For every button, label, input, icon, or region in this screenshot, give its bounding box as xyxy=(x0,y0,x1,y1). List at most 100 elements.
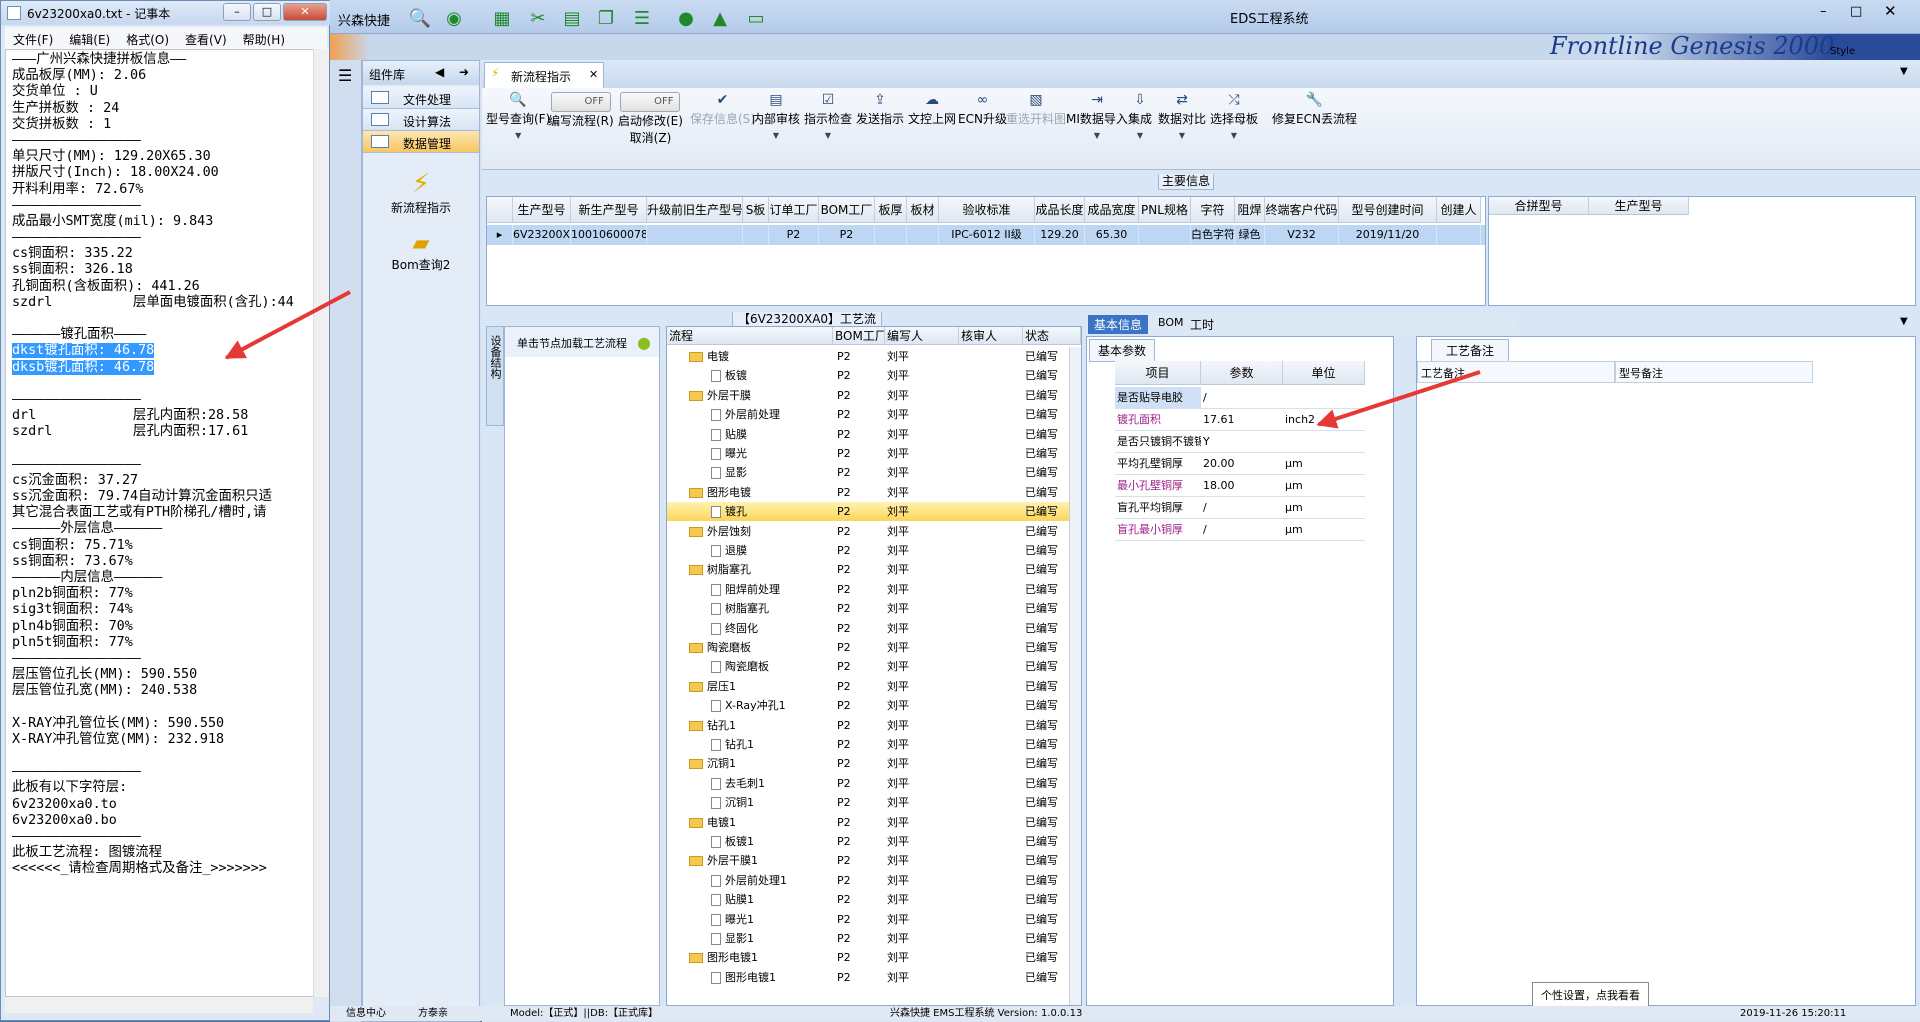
menu-item[interactable]: 查看(V) xyxy=(185,33,227,47)
column-header[interactable]: 板材 xyxy=(907,197,939,223)
flow-tree-node[interactable]: 层压1 P2 刘平 已编写 xyxy=(667,677,1081,696)
table-cell[interactable] xyxy=(743,225,769,245)
chevron-down-icon[interactable]: ▼ xyxy=(773,131,779,140)
toolbar-button-13[interactable]: ⤮ 选择母板 ▼ xyxy=(1210,92,1258,141)
column-header[interactable]: BOM工厂 xyxy=(833,327,885,345)
table-cell[interactable]: V232 xyxy=(1265,225,1339,245)
vertical-scrollbar[interactable] xyxy=(1069,347,1081,1005)
toolbar-button-8[interactable]: ∞ ECN升级 xyxy=(958,92,1007,127)
flow-tree-node[interactable]: 钻孔1 P2 刘平 已编写 xyxy=(667,735,1081,754)
toolbar-button-4[interactable]: ▤ 内部审核 ▼ xyxy=(752,92,800,141)
table-cell[interactable]: 白色字符 xyxy=(1191,225,1235,245)
chart-icon[interactable]: ▲ xyxy=(708,8,732,30)
flow-tree-node[interactable]: 图形电镀1 P2 刘平 已编写 xyxy=(667,968,1081,987)
flow-tree-node[interactable]: 外层蚀刻 P2 刘平 已编写 xyxy=(667,522,1081,541)
toolbar-button-9[interactable]: ▧ 重选开料图 xyxy=(1006,92,1066,127)
toolbar-button-5[interactable]: ☑ 指示检查 ▼ xyxy=(804,92,852,141)
flow-tree-node[interactable]: X-Ray冲孔1 P2 刘平 已编写 xyxy=(667,696,1081,715)
flow-tree-node[interactable]: 沉铜1 P2 刘平 已编写 xyxy=(667,754,1081,773)
table-cell[interactable] xyxy=(1139,225,1191,245)
new-flow-instruction-item[interactable]: ⚡ 新流程指示 xyxy=(363,169,479,216)
flow-tree-node[interactable]: 钻孔1 P2 刘平 已编写 xyxy=(667,716,1081,735)
bom-query-item[interactable]: ▰ Bom查询2 xyxy=(363,231,479,273)
column-header[interactable]: 参数 xyxy=(1201,361,1283,385)
flow-tree-node[interactable]: 去毛刺1 P2 刘平 已编写 xyxy=(667,774,1081,793)
chevron-down-icon[interactable]: ▼ xyxy=(1179,131,1185,140)
chevron-down-icon[interactable]: ▼ xyxy=(825,131,831,140)
flow-tree-node[interactable]: 阻焊前处理 P2 刘平 已编写 xyxy=(667,580,1081,599)
flow-tree-node[interactable]: 贴膜 P2 刘平 已编写 xyxy=(667,425,1081,444)
column-header[interactable]: 型号创建时间 xyxy=(1339,197,1437,223)
column-header[interactable]: 编写人 xyxy=(885,327,959,345)
toggle-switch[interactable]: OFF xyxy=(620,92,681,112)
chevron-down-icon[interactable]: ▼ xyxy=(1900,66,1908,77)
notepad-text-area[interactable]: ———广州兴森快捷拼板信息—— 成品板厚(MM): 2.06 交货单位 : U 生产拼… xyxy=(5,49,315,997)
chevron-down-icon[interactable]: ▼ xyxy=(515,131,521,140)
column-header[interactable]: 字符 xyxy=(1191,197,1235,223)
minimize-icon[interactable]: – xyxy=(1820,4,1827,19)
toolbar-button-14[interactable]: 🔧 修复ECN丢流程 xyxy=(1272,92,1357,127)
chevron-down-icon[interactable]: ▼ xyxy=(1094,131,1100,140)
side-tab-equipment[interactable]: 设备结构 xyxy=(486,326,504,426)
toolbar-button-0[interactable]: 🔍 型号查询(F) ▼ xyxy=(486,92,550,141)
flow-tree-node[interactable]: 显影 P2 刘平 已编写 xyxy=(667,463,1081,482)
menu-icon[interactable]: ☰ xyxy=(338,66,352,85)
column-header[interactable]: 生产型号 xyxy=(513,197,571,223)
close-icon[interactable]: ✕ xyxy=(283,3,327,21)
toolbar-button-12[interactable]: ⇄ 数据对比 ▼ xyxy=(1158,92,1206,141)
column-header[interactable]: 合拼型号 xyxy=(1489,197,1589,215)
subtab-basic-params[interactable]: 基本参数 xyxy=(1089,339,1156,362)
column-header[interactable]: 订单工厂 xyxy=(769,197,819,223)
column-header[interactable]: 生产型号 xyxy=(1589,197,1689,215)
toolbar-button-3[interactable]: ✔ 保存信息(S) xyxy=(690,92,755,127)
flow-tree-node[interactable]: 树脂塞孔 P2 刘平 已编写 xyxy=(667,560,1081,579)
table-cell[interactable]: 6V23200XA0 xyxy=(513,225,571,245)
minimize-icon[interactable]: – xyxy=(223,3,251,21)
toolbar-button-7[interactable]: ☁ 文控上网 xyxy=(908,92,956,127)
param-value[interactable]: / xyxy=(1201,497,1283,519)
toolbar-button-10[interactable]: ⇥ MI数据导入 ▼ xyxy=(1066,92,1128,141)
flow-tree-node[interactable]: 电镀1 P2 刘平 已编写 xyxy=(667,813,1081,832)
nav-data-management[interactable]: 数据管理 xyxy=(363,131,479,153)
param-value[interactable]: / xyxy=(1201,387,1283,409)
toolbar-button-11[interactable]: ⇩ 集成 ▼ xyxy=(1128,92,1152,141)
table-icon[interactable]: ▦ xyxy=(490,8,514,30)
toolbar-button-6[interactable]: ⇪ 发送指示 xyxy=(856,92,904,127)
chevron-down-icon[interactable]: ▼ xyxy=(1900,316,1908,327)
column-header[interactable]: 阻焊 xyxy=(1235,197,1265,223)
tooltip-personal-settings[interactable]: 个性设置，点我看看 xyxy=(1532,982,1649,1008)
copy-icon[interactable]: ❐ xyxy=(594,8,618,30)
flow-tree-node[interactable]: 板镀1 P2 刘平 已编写 xyxy=(667,832,1081,851)
table-row[interactable]: ▸6V23200XA010010600078648 P2P2 IPC-6012 II… xyxy=(487,225,1485,245)
chevron-down-icon[interactable]: ▼ xyxy=(1231,131,1237,140)
table-cell[interactable] xyxy=(647,225,743,245)
column-header[interactable]: 创建人 xyxy=(1437,197,1481,223)
param-value[interactable]: 18.00 xyxy=(1201,475,1283,497)
flow-tree-node[interactable]: 树脂塞孔 P2 刘平 已编写 xyxy=(667,599,1081,618)
style-label[interactable]: Style xyxy=(1830,46,1855,57)
tab-process-remarks[interactable]: 工艺备注 xyxy=(1431,339,1510,362)
menu-item[interactable]: 文件(F) xyxy=(13,33,53,47)
table-cell[interactable]: 2019/11/20 xyxy=(1339,225,1437,245)
cancel-button[interactable]: 取消(Z) xyxy=(630,131,672,145)
column-header[interactable]: 板厚 xyxy=(875,197,907,223)
close-tab-icon[interactable]: ✕ xyxy=(589,68,598,81)
film-icon[interactable]: ▤ xyxy=(560,8,584,30)
table-cell[interactable]: 65.30 xyxy=(1085,225,1139,245)
close-icon[interactable]: ✕ xyxy=(1884,2,1897,20)
menu-item[interactable]: 格式(O) xyxy=(126,33,169,47)
flow-tree-node[interactable]: 贴膜1 P2 刘平 已编写 xyxy=(667,890,1081,909)
tab-new-flow[interactable]: ⚡ 新流程指示 ✕ xyxy=(484,62,604,88)
flow-tree-node[interactable]: 外层前处理1 P2 刘平 已编写 xyxy=(667,871,1081,890)
flow-tree-node[interactable]: 外层干膜1 P2 刘平 已编写 xyxy=(667,851,1081,870)
column-header[interactable]: 验收标准 xyxy=(939,197,1035,223)
toolbar-button-2[interactable]: OFF 启动修改(E) 取消(Z) xyxy=(618,92,683,146)
flow-tree-node[interactable]: 沉铜1 P2 刘平 已编写 xyxy=(667,793,1081,812)
flow-tree-node[interactable]: 退膜 P2 刘平 已编写 xyxy=(667,541,1081,560)
table-cell[interactable]: P2 xyxy=(769,225,819,245)
menu-item[interactable]: 帮助(H) xyxy=(243,33,285,47)
toggle-switch[interactable]: OFF xyxy=(550,92,611,112)
column-header[interactable]: 项目 xyxy=(1115,361,1201,385)
table-cell[interactable] xyxy=(1437,225,1481,245)
column-header[interactable]: BOM工厂 xyxy=(819,197,875,223)
